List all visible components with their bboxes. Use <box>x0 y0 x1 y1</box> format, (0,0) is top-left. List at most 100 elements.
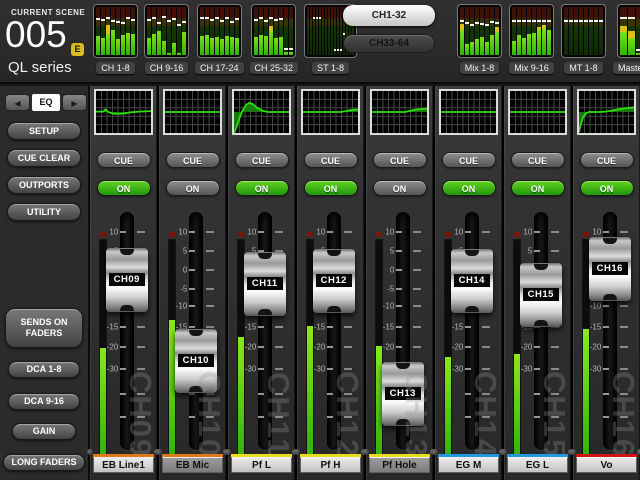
page-next-arrow-icon[interactable]: ▶ <box>62 94 87 111</box>
sidebar-button-dca-9-16[interactable]: DCA 9-16 <box>8 393 80 410</box>
fader-cap[interactable]: CH12 <box>313 249 355 313</box>
scene-number[interactable]: 005 <box>5 14 67 56</box>
meter-peak-hold <box>182 21 186 23</box>
scene-panel[interactable]: CURRENT SCENE 005 E QL series <box>0 0 90 84</box>
meter-block-label: MT 1-8 <box>564 62 602 74</box>
fader-cap[interactable]: CH16 <box>589 237 631 301</box>
meter-display <box>197 4 242 58</box>
channel-name-button[interactable]: EG M <box>438 457 499 473</box>
on-button[interactable]: ON <box>511 180 565 196</box>
eq-thumbnail[interactable] <box>94 89 153 135</box>
meter-block-ch-17-24[interactable]: CH 17-24 <box>195 4 244 74</box>
sidebar-button-dca-1-8[interactable]: DCA 1-8 <box>8 361 80 378</box>
eq-thumbnail[interactable] <box>370 89 429 135</box>
sidebar-button-cue-clear[interactable]: CUE CLEAR <box>7 149 81 167</box>
meter-block-mix-9-16[interactable]: Mix 9-16 <box>509 4 554 74</box>
meter-block-ch-1-8[interactable]: CH 1-8 <box>93 4 138 74</box>
meter-bar <box>205 7 209 55</box>
meter-level-fill <box>210 38 214 55</box>
eq-thumbnail[interactable] <box>439 89 498 135</box>
bank-ch33-64-button[interactable]: CH33-64 <box>343 34 435 53</box>
channel-name-button[interactable]: Pf H <box>300 457 361 473</box>
on-button[interactable]: ON <box>373 180 427 196</box>
sidebar-button-gain[interactable]: GAIN <box>12 423 76 440</box>
meter-block-ch-25-32[interactable]: CH 25-32 <box>250 4 299 74</box>
eq-thumbnail[interactable] <box>232 89 291 135</box>
eq-thumbnail[interactable] <box>577 89 636 135</box>
sidebar-button-outports[interactable]: OUTPORTS <box>7 176 81 194</box>
fader-scale-tick <box>189 326 195 328</box>
fader-cap[interactable]: CH15 <box>520 263 562 327</box>
sidebar-button-long-faders[interactable]: LONG FADERS <box>3 454 85 471</box>
meter-level-fill <box>147 38 151 55</box>
fader-scale-label: 5 <box>528 247 532 256</box>
cue-button[interactable]: CUE <box>373 152 427 168</box>
meter-bar <box>269 7 273 55</box>
cue-button[interactable]: CUE <box>580 152 634 168</box>
fader-cap[interactable]: CH11 <box>244 252 286 316</box>
channel-name-button[interactable]: Pf L <box>231 457 292 473</box>
meter-block-ch-9-16[interactable]: CH 9-16 <box>144 4 189 74</box>
meter-level-fill <box>205 35 209 55</box>
eq-thumbnail[interactable] <box>163 89 222 135</box>
on-button[interactable]: ON <box>442 180 496 196</box>
bank-ch1-32-button[interactable]: CH1-32 <box>343 5 435 26</box>
cue-button[interactable]: CUE <box>235 152 289 168</box>
cue-button[interactable]: CUE <box>304 152 358 168</box>
sidebar-button-utility[interactable]: UTILITY <box>7 203 81 221</box>
meter-display <box>617 4 640 58</box>
fader-scale-tick <box>551 231 559 233</box>
meter-level-fill <box>162 41 166 55</box>
meter-level-fill <box>96 36 100 55</box>
meter-block-mt-1-8[interactable]: MT 1-8 <box>561 4 606 74</box>
channel-name-button[interactable]: Vo <box>576 457 637 473</box>
on-button[interactable]: ON <box>166 180 220 196</box>
meter-bar <box>584 7 588 55</box>
meter-block-label: CH 1-8 <box>96 62 135 74</box>
clip-indicator <box>100 232 106 237</box>
meter-bar <box>121 7 125 55</box>
clip-indicator <box>445 232 451 237</box>
meter-peak-hold <box>337 49 339 51</box>
fader-scale-tick <box>258 231 264 233</box>
channel-name-button[interactable]: EB Line1 <box>93 457 154 473</box>
fader-scale-tick <box>189 305 195 307</box>
fader-cap[interactable]: CH14 <box>451 249 493 313</box>
on-button[interactable]: ON <box>235 180 289 196</box>
meter-block-mix-1-8[interactable]: Mix 1-8 <box>457 4 502 74</box>
meter-peak-hold <box>532 20 536 22</box>
meter-bar <box>319 7 321 55</box>
on-button[interactable]: ON <box>304 180 358 196</box>
fader-scale-tick <box>396 269 402 271</box>
meter-bar <box>564 7 568 55</box>
cue-button[interactable]: CUE <box>166 152 220 168</box>
meter-bar <box>126 7 130 55</box>
meter-yellow-zone <box>106 25 110 34</box>
meter-block-master[interactable]: Master <box>613 4 640 74</box>
sidebar: ◀ EQ ▶ SETUPCUE CLEAROUTPORTSUTILITY SEN… <box>0 86 90 480</box>
eq-thumbnail[interactable] <box>508 89 567 135</box>
sidebar-button-setup[interactable]: SETUP <box>7 122 81 140</box>
sidebar-button-sends-on-faders[interactable]: SENDS ON FADERS <box>5 308 83 348</box>
cue-button[interactable]: CUE <box>97 152 151 168</box>
channel-name-button[interactable]: EB Mic <box>162 457 223 473</box>
cue-button[interactable]: CUE <box>442 152 496 168</box>
on-button[interactable]: ON <box>97 180 151 196</box>
meter-peak-hold <box>254 19 258 21</box>
fader-scale-tick <box>482 231 490 233</box>
channel-watermark: CH16 <box>608 371 639 458</box>
meter-bar <box>337 7 339 55</box>
fader-scale-tick <box>137 368 145 370</box>
fader-scale-tick <box>396 231 402 233</box>
on-button[interactable]: ON <box>580 180 634 196</box>
fader-cap[interactable]: CH09 <box>106 248 148 312</box>
channel-name-button[interactable]: Pf Hole <box>369 457 430 473</box>
page-prev-arrow-icon[interactable]: ◀ <box>5 94 30 111</box>
eq-thumbnail[interactable] <box>301 89 360 135</box>
cue-button[interactable]: CUE <box>511 152 565 168</box>
meter-bar <box>106 7 110 55</box>
fader-scale-tick <box>465 368 471 370</box>
strip-level-fill <box>445 357 451 456</box>
meter-peak-hold <box>480 23 484 25</box>
channel-name-button[interactable]: EG L <box>507 457 568 473</box>
